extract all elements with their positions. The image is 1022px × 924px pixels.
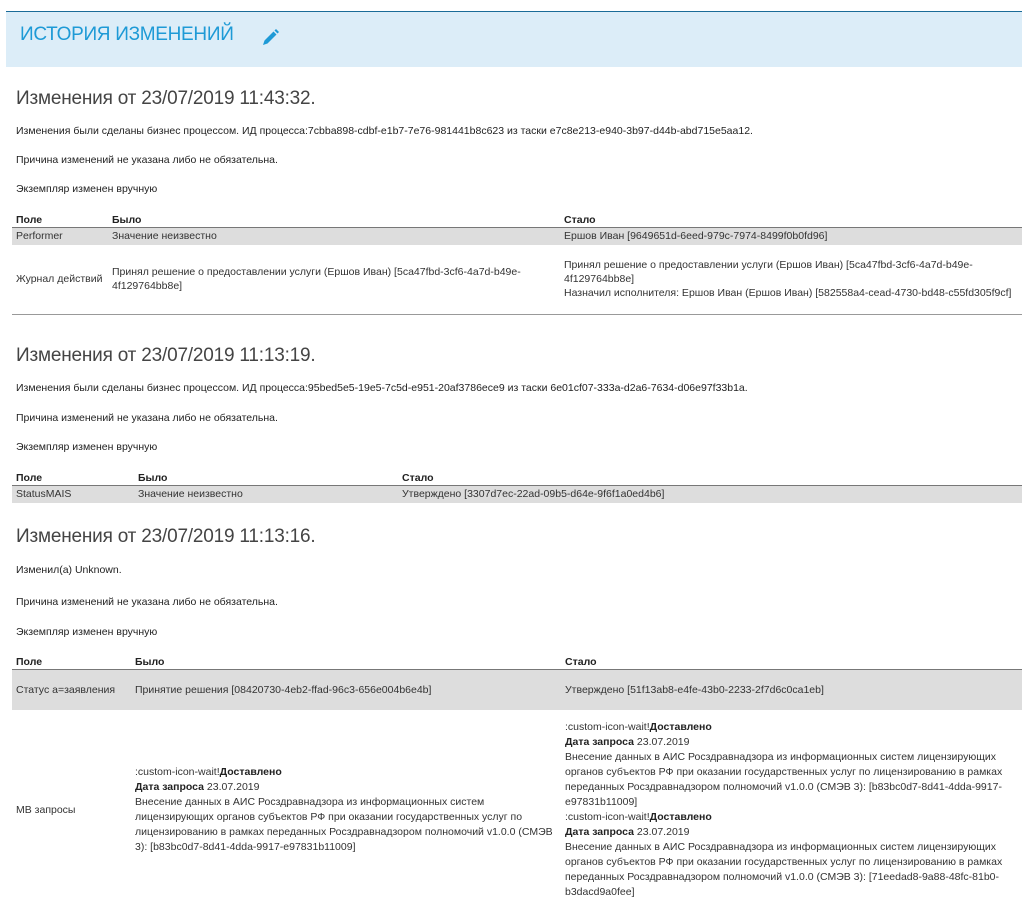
cell-became: :custom-icon-wait!Доставлено Дата запрос… [561, 710, 1022, 910]
table-row: StatusMAIS Значение неизвестно Утвержден… [12, 485, 1022, 503]
cell-field: Performer [12, 227, 108, 245]
changes-table: Поле Было Стало Performer Значение неизв… [12, 213, 1022, 315]
cell-field: Журнал действий [12, 244, 108, 315]
cell-became: Ершов Иван [9649651d-6eed-979c-7974-8499… [560, 227, 1022, 245]
cell-became: Принял решение о предоставлении услуги (… [560, 244, 1022, 315]
wait-icon-code: :custom-icon-wait! [565, 810, 650, 823]
change-reason: Причина изменений не указана либо не обя… [16, 596, 278, 608]
section-title: Изменения от 23/07/2019 11:43:32. [16, 88, 316, 109]
request-date-label: Дата запроса [565, 825, 634, 838]
became-entry: Назначил исполнителя: Ершов Иван (Ершов … [564, 287, 1012, 300]
table-header-row: Поле Было Стало [12, 471, 1022, 486]
change-author: Изменения были сделаны бизнес процессом.… [16, 382, 748, 394]
pencil-icon[interactable] [260, 28, 280, 48]
table-header-row: Поле Было Стало [12, 655, 1022, 670]
change-author: Изменил(а) Unknown. [16, 564, 122, 576]
column-header-was: Было [131, 655, 561, 670]
wait-icon-code: :custom-icon-wait! [565, 720, 650, 733]
changes-table: Поле Было Стало Статус а=заявления Приня… [12, 655, 1022, 910]
request-date-label: Дата запроса [565, 735, 634, 748]
request-entry: :custom-icon-wait!Доставлено Дата запрос… [565, 810, 1018, 900]
request-status: Доставлено [219, 765, 282, 778]
cell-was: Принял решение о предоставлении услуги (… [108, 244, 560, 315]
column-header-field: Поле [12, 655, 131, 670]
history-header: ИСТОРИЯ ИЗМЕНЕНИЙ [6, 11, 1022, 67]
request-date-label: Дата запроса [135, 780, 204, 793]
change-author: Изменения были сделаны бизнес процессом.… [16, 125, 753, 137]
request-date: 23.07.2019 [206, 780, 260, 793]
cell-was: :custom-icon-wait!Доставлено Дата запрос… [131, 710, 561, 910]
table-row: Статус а=заявления Принятие решения [084… [12, 669, 1022, 710]
request-description: Внесение данных в АИС Росздравнадзора из… [565, 750, 1003, 808]
column-header-field: Поле [12, 471, 134, 486]
column-header-was: Было [108, 213, 560, 228]
column-header-became: Стало [561, 655, 1022, 670]
table-row: Журнал действий Принял решение о предост… [12, 244, 1022, 315]
changes-table: Поле Было Стало StatusMAIS Значение неиз… [12, 471, 1022, 503]
cell-field: StatusMAIS [12, 485, 134, 503]
wait-icon-code: :custom-icon-wait! [135, 765, 220, 778]
request-entry: :custom-icon-wait!Доставлено Дата запрос… [565, 720, 1018, 810]
change-reason: Причина изменений не указана либо не обя… [16, 154, 278, 166]
table-row: МВ запросы :custom-icon-wait!Доставлено … [12, 710, 1022, 910]
column-header-became: Стало [398, 471, 1022, 486]
table-row: Performer Значение неизвестно Ершов Иван… [12, 227, 1022, 245]
page-title: ИСТОРИЯ ИЗМЕНЕНИЙ [20, 24, 234, 45]
change-mode: Экземпляр изменен вручную [16, 183, 158, 195]
column-header-field: Поле [12, 213, 108, 228]
column-header-was: Было [134, 471, 398, 486]
change-mode: Экземпляр изменен вручную [16, 441, 158, 453]
request-description: Внесение данных в АИС Росздравнадзора из… [135, 795, 553, 853]
became-entry: Принял решение о предоставлении услуги (… [564, 259, 973, 286]
table-header-row: Поле Было Стало [12, 213, 1022, 228]
request-entry: :custom-icon-wait!Доставлено Дата запрос… [135, 765, 557, 855]
section-title: Изменения от 23/07/2019 11:13:16. [16, 526, 316, 547]
cell-was: Принятие решения [08420730-4eb2-ffad-96c… [131, 669, 561, 710]
section-title: Изменения от 23/07/2019 11:13:19. [16, 345, 316, 366]
change-mode: Экземпляр изменен вручную [16, 626, 158, 638]
column-header-became: Стало [560, 213, 1022, 228]
cell-became: Утверждено [3307d7ec-22ad-09b5-d64e-9f6f… [398, 485, 1022, 503]
cell-became: Утверждено [51f13ab8-e4fe-43b0-2233-2f7d… [561, 669, 1022, 710]
request-date: 23.07.2019 [636, 825, 690, 838]
cell-field: МВ запросы [16, 803, 76, 816]
request-date: 23.07.2019 [636, 735, 690, 748]
request-status: Доставлено [649, 720, 712, 733]
cell-was: Значение неизвестно [108, 227, 560, 245]
cell-was: Значение неизвестно [134, 485, 398, 503]
cell-field: Статус а=заявления [12, 669, 131, 710]
request-description: Внесение данных в АИС Росздравнадзора из… [565, 840, 1003, 898]
request-status: Доставлено [649, 810, 712, 823]
change-reason: Причина изменений не указана либо не обя… [16, 412, 278, 424]
